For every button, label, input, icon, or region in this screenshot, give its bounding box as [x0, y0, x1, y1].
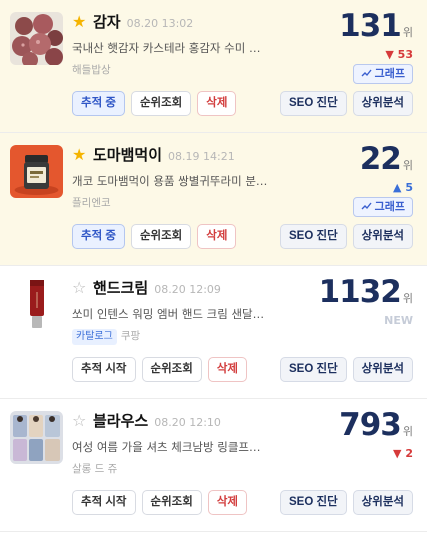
tracking-toggle-button[interactable]: 추적 중: [72, 224, 125, 249]
top-analysis-button[interactable]: 상위분석: [352, 357, 413, 382]
rank-check-button[interactable]: 순위조회: [141, 490, 202, 515]
product-keyword: 감자 08.20 13:02: [93, 13, 194, 31]
graph-button[interactable]: 그래프: [352, 197, 413, 217]
star-filled-icon[interactable]: ★: [72, 146, 86, 164]
rank-change: ▲ 5: [393, 181, 413, 194]
rank-number: 131: [339, 8, 402, 44]
star-outline-icon[interactable]: ☆: [72, 279, 86, 297]
rank-check-button[interactable]: 순위조회: [130, 91, 192, 116]
rank-change: ▼ 53: [385, 48, 413, 61]
star-filled-icon[interactable]: ★: [72, 13, 86, 31]
product-title[interactable]: 국내산 햇감자 카스테라 홍감자 수미 …: [72, 40, 272, 56]
product-thumbnail[interactable]: [10, 12, 63, 65]
registered-date: 08.20 13:02: [126, 17, 194, 30]
delete-button[interactable]: 삭제: [207, 357, 248, 382]
product-card: ☆ 핸드크림 08.20 12:09 쏘미 인텐스 워밍 엠버 핸드 크림 샌달……: [0, 266, 427, 399]
registered-date: 08.20 12:09: [154, 283, 221, 296]
product-title[interactable]: 쏘미 인텐스 워밍 엠버 핸드 크림 샌달…: [72, 306, 272, 322]
rank-display: 793 위: [339, 405, 413, 445]
delete-button[interactable]: 삭제: [197, 224, 237, 249]
rank-check-button[interactable]: 순위조회: [130, 224, 192, 249]
rank-unit: 위: [402, 425, 413, 438]
graph-button[interactable]: 그래프: [352, 64, 413, 84]
seller-name: 살롱 드 쥬: [72, 463, 118, 475]
rank-unit: 위: [402, 26, 413, 39]
top-analysis-button[interactable]: 상위분석: [352, 91, 413, 116]
rank-check-button[interactable]: 순위조회: [141, 357, 202, 382]
product-thumbnail[interactable]: [10, 278, 63, 331]
tracking-toggle-button[interactable]: 추적 시작: [72, 357, 136, 382]
seo-diagnosis-button[interactable]: SEO 진단: [280, 490, 347, 515]
delete-button[interactable]: 삭제: [207, 490, 248, 515]
star-outline-icon[interactable]: ☆: [72, 412, 86, 430]
product-keyword: 도마뱀먹이 08.19 14:21: [93, 146, 235, 164]
rank-change: NEW: [384, 314, 413, 327]
rank-number: 793: [339, 407, 402, 443]
product-card: ★ 도마뱀먹이 08.19 14:21 개코 도마뱀먹이 용품 쌍별귀뚜라미 분……: [0, 133, 427, 266]
chart-icon: [361, 202, 372, 210]
chart-icon: [361, 69, 372, 77]
seller-name: 쿠팡: [120, 330, 141, 342]
rank-change: ▼ 2: [393, 447, 413, 460]
tracking-toggle-button[interactable]: 추적 중: [72, 91, 125, 116]
product-keyword: 핸드크림 08.20 12:09: [93, 279, 221, 297]
rank-display: 131 위: [339, 6, 413, 46]
registered-date: 08.19 14:21: [168, 150, 235, 163]
top-analysis-button[interactable]: 상위분석: [352, 490, 413, 515]
seller-name: 플리엔코: [72, 197, 111, 209]
top-analysis-button[interactable]: 상위분석: [352, 224, 413, 249]
seller-name: 해들밥상: [72, 64, 111, 76]
seller-info: 카탈로그 쿠팡: [72, 329, 140, 345]
product-keyword: 블라우스 08.20 12:10: [93, 412, 221, 430]
seo-diagnosis-button[interactable]: SEO 진단: [280, 357, 347, 382]
catalog-badge: 카탈로그: [72, 329, 117, 345]
rank-display: 22 위: [360, 139, 413, 179]
delete-button[interactable]: 삭제: [197, 91, 237, 116]
product-thumbnail[interactable]: [10, 145, 63, 198]
registered-date: 08.20 12:10: [154, 416, 221, 429]
tracking-toggle-button[interactable]: 추적 시작: [72, 490, 136, 515]
rank-number: 1132: [318, 274, 402, 310]
seo-diagnosis-button[interactable]: SEO 진단: [280, 224, 347, 249]
product-title[interactable]: 여성 여름 가을 셔츠 체크남방 링클프…: [72, 439, 272, 455]
product-title[interactable]: 개코 도마뱀먹이 용품 쌍별귀뚜라미 분…: [72, 173, 272, 189]
rank-number: 22: [359, 141, 402, 177]
rank-unit: 위: [402, 292, 413, 305]
product-card: ★ 감자 08.20 13:02 국내산 햇감자 카스테라 홍감자 수미 … 해들…: [0, 0, 427, 133]
product-thumbnail[interactable]: [10, 411, 63, 464]
tracked-product-list: ★ 감자 08.20 13:02 국내산 햇감자 카스테라 홍감자 수미 … 해들…: [0, 0, 427, 532]
seo-diagnosis-button[interactable]: SEO 진단: [280, 91, 347, 116]
product-card: ☆ 블라우스 08.20 12:10 여성 여름 가을 셔츠 체크남방 링클프… …: [0, 399, 427, 532]
rank-unit: 위: [402, 159, 413, 172]
rank-display: 1132 위: [319, 272, 413, 312]
